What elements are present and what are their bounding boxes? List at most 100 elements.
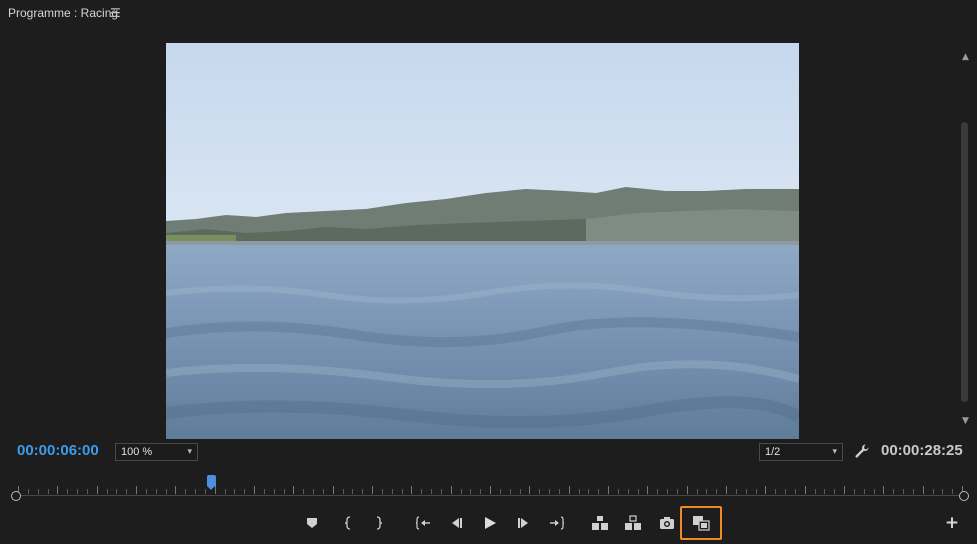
- ruler-tick: [697, 489, 698, 494]
- ruler-tick: [441, 489, 442, 494]
- current-timecode[interactable]: 00:00:06:00: [17, 442, 99, 459]
- lift-icon: [592, 516, 608, 530]
- ruler-tick: [785, 489, 786, 494]
- ruler-tick: [67, 489, 68, 494]
- ruler-tick: [362, 489, 363, 494]
- ruler-tick: [352, 489, 353, 494]
- ruler-tick: [736, 489, 737, 494]
- comparison-view-highlight: [680, 506, 722, 540]
- ruler-tick: [116, 489, 117, 494]
- play-button[interactable]: [481, 514, 499, 532]
- ruler-tick: [470, 489, 471, 494]
- ruler-tick: [136, 486, 137, 494]
- step-back-button[interactable]: [447, 514, 465, 532]
- ruler-tick: [392, 489, 393, 494]
- zoom-bar[interactable]: [16, 495, 964, 496]
- ruler-tick: [952, 489, 953, 494]
- ruler-tick: [421, 489, 422, 494]
- go-to-in-button[interactable]: [414, 514, 432, 532]
- ruler-tick: [313, 489, 314, 494]
- ruler-tick: [411, 486, 412, 494]
- extract-icon: [625, 515, 641, 530]
- ruler-tick: [293, 486, 294, 494]
- ruler-tick: [549, 489, 550, 494]
- chevron-down-icon: ▾: [187, 446, 192, 456]
- mark-out-button[interactable]: [370, 514, 388, 532]
- transport-controls: [0, 506, 977, 542]
- program-monitor-viewer[interactable]: [166, 43, 799, 439]
- ruler-tick: [146, 489, 147, 494]
- panel-title[interactable]: Programme : Racing: [8, 6, 118, 20]
- ruler-tick: [559, 489, 560, 494]
- ruler-tick: [706, 489, 707, 494]
- ruler-tick: [520, 489, 521, 494]
- scroll-down-icon[interactable]: ▼: [962, 416, 969, 426]
- chevron-down-icon: ▾: [832, 446, 837, 456]
- ruler-tick: [844, 486, 845, 494]
- ruler-tick: [38, 489, 39, 494]
- add-button[interactable]: +: [944, 515, 960, 532]
- hamburger-icon[interactable]: ☰: [110, 6, 121, 20]
- ruler-tick: [461, 489, 462, 494]
- playback-resolution-select[interactable]: 1/2 ▾: [759, 443, 843, 461]
- ruler-tick: [893, 489, 894, 494]
- ruler-tick: [815, 489, 816, 494]
- mark-in-button[interactable]: [339, 514, 357, 532]
- ruler-tick: [883, 486, 884, 494]
- go-to-out-icon: [550, 516, 565, 530]
- ruler-tick: [195, 489, 196, 494]
- ruler-tick: [343, 489, 344, 494]
- play-icon: [485, 517, 496, 529]
- brace-right-icon: [376, 516, 383, 530]
- time-ruler[interactable]: [10, 470, 970, 504]
- ruler-tick: [97, 486, 98, 494]
- zoom-bar-right-handle[interactable]: [959, 491, 969, 501]
- zoom-bar-left-handle[interactable]: [11, 491, 21, 501]
- duration-timecode: 00:00:28:25: [881, 442, 963, 459]
- ruler-tick: [864, 489, 865, 494]
- zoom-level-value: 100 %: [121, 446, 153, 458]
- ruler-tick: [618, 489, 619, 494]
- ruler-tick: [824, 489, 825, 494]
- ruler-tick: [579, 489, 580, 494]
- wrench-icon[interactable]: [854, 443, 870, 459]
- playhead[interactable]: [207, 475, 216, 490]
- ruler-tick: [608, 486, 609, 494]
- ruler-tick: [510, 489, 511, 494]
- ruler-tick: [923, 486, 924, 494]
- ruler-tick: [431, 489, 432, 494]
- video-frame-image: [166, 43, 799, 439]
- ruler-tick: [185, 489, 186, 494]
- ruler-tick: [834, 489, 835, 494]
- lift-button[interactable]: [591, 514, 609, 532]
- zoom-level-select[interactable]: 100 % ▾: [115, 443, 198, 461]
- scroll-thumb[interactable]: [961, 122, 968, 402]
- ruler-tick: [254, 486, 255, 494]
- ruler-tick: [225, 489, 226, 494]
- ruler-tick: [805, 486, 806, 494]
- ruler-tick: [746, 489, 747, 494]
- ruler-tick: [166, 489, 167, 494]
- ruler-tick: [215, 486, 216, 494]
- ruler-tick: [303, 489, 304, 494]
- marker-icon: [307, 518, 317, 528]
- step-forward-button[interactable]: [515, 514, 533, 532]
- ruler-tick: [372, 486, 373, 494]
- ruler-tick: [677, 489, 678, 494]
- extract-button[interactable]: [624, 514, 642, 532]
- export-frame-button[interactable]: [658, 514, 676, 532]
- ruler-tick: [942, 489, 943, 494]
- scroll-up-icon[interactable]: ▲: [962, 52, 969, 62]
- go-to-out-button[interactable]: [548, 514, 566, 532]
- ruler-tick: [647, 486, 648, 494]
- ruler-tick: [156, 489, 157, 494]
- add-marker-button[interactable]: [303, 514, 321, 532]
- ruler-tick: [756, 489, 757, 494]
- ruler-tick: [48, 489, 49, 494]
- ruler-tick: [402, 489, 403, 494]
- ruler-tick: [480, 489, 481, 494]
- ruler-tick: [726, 486, 727, 494]
- ruler-tick: [126, 489, 127, 494]
- vertical-scrollbar[interactable]: ▲ ▼: [958, 52, 974, 432]
- ruler-tick: [667, 489, 668, 494]
